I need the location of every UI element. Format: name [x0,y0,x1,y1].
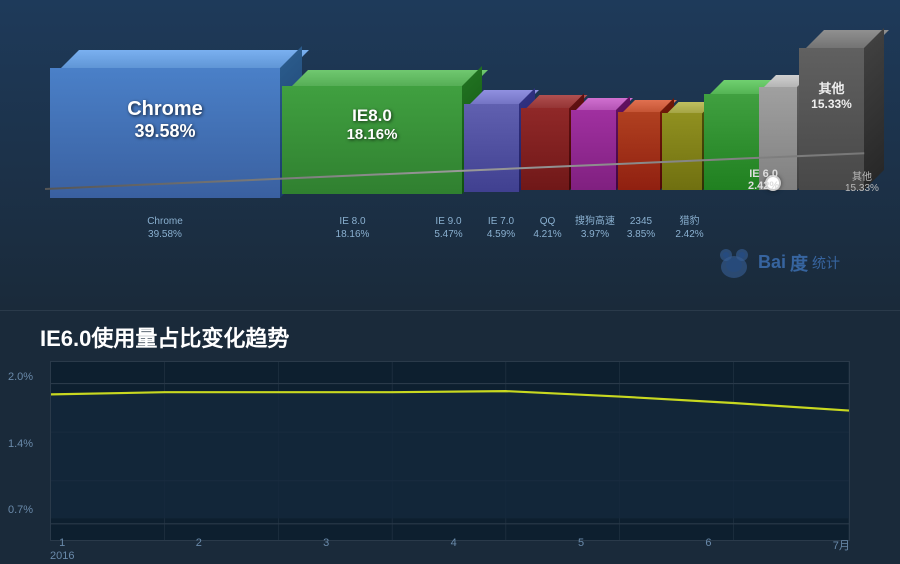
y-label-2: 2.0% [8,371,33,383]
bottom-label-chrome: Chrome 39.58% [45,215,285,241]
line-chart-svg [51,362,849,540]
line-chart-area [51,391,849,518]
baidu-watermark: Bai 度 统计 [714,245,840,280]
other-label-name: 其他 [845,168,879,183]
bottom-axis-labels: Chrome 39.58% IE 8.0 18.16% IE 9.0 5.47%… [45,215,865,241]
ie8-bar-name: IE8.0 [282,106,462,126]
bar-sogou-front [618,112,660,190]
baidu-stat: 统计 [812,253,840,273]
baidu-text: Bai [758,252,786,273]
x-label-1: 1 2016 [50,537,74,563]
bar-2345-front [662,113,702,190]
baidu-bear-icon [714,245,754,280]
chrome-bar-name: Chrome [50,98,280,121]
bar-ie9 [464,90,519,190]
bar-qq-front [571,110,616,190]
ie6-label-value: 2.42% [748,180,779,192]
x-label-6: 6 [705,537,711,563]
ie6-label-name: IE 6.0 [748,168,779,180]
bar-chrome: Chrome 39.58% [50,50,280,195]
line-chart-title: IE6.0使用量占比变化趋势 [40,321,850,353]
bar-qq [571,98,616,190]
top-bar-chart: Chrome 39.58% IE8.0 18.16% [0,0,900,310]
y-axis: 2.0% 1.4% 0.7% [8,361,33,526]
bottom-label-ie9: IE 9.0 5.47% [420,215,477,241]
bottom-label-liebao: 猎豹 2.42% [662,215,717,241]
bottom-label-ie7: IE 7.0 4.59% [477,215,525,241]
line-chart-wrapper: 2.0% 1.4% 0.7% [50,361,850,541]
bar-ie7 [521,95,569,190]
bottom-label-sogou: 搜狗高速 3.97% [570,215,620,241]
bar-sogou [618,100,660,190]
bar-ie7-front [521,108,569,190]
bar-chart-3d-container: Chrome 39.58% IE8.0 18.16% [30,20,860,220]
chrome-bar-value: 39.58% [50,121,280,142]
other-label-value: 15.33% [845,183,879,194]
bottom-line-chart: IE6.0使用量占比变化趋势 2.0% 1.4% 0.7% [0,310,900,564]
x-label-2: 2 [196,537,202,563]
bar-other-side [864,28,884,190]
other-bar-value: 15.33% [799,97,864,111]
ie6-floating-label: IE 6.0 2.42% [748,168,779,192]
y-label-0: 0.7% [8,504,33,516]
ie8-bar-value: 18.16% [282,126,462,143]
other-floating-label: 其他 15.33% [845,168,879,194]
other-bar-name: 其他 [799,78,864,97]
x-label-4: 4 [451,537,457,563]
x-axis: 1 2016 2 3 4 5 6 7月 [50,537,850,563]
bottom-label-ie8: IE 8.0 18.16% [285,215,420,241]
line-chart-svg-container [50,361,850,541]
x-label-3: 3 [323,537,329,563]
bottom-label-2345: 2345 3.85% [620,215,662,241]
x-label-7: 7月 [833,537,850,563]
baidu-du: 度 [790,250,808,276]
y-label-1: 1.4% [8,438,33,450]
bar-ie9-front [464,104,519,192]
bar-other: 其他 15.33% [799,30,864,190]
x-label-5: 5 [578,537,584,563]
bottom-label-qq: QQ 4.21% [525,215,570,241]
bar-2345 [662,102,702,190]
